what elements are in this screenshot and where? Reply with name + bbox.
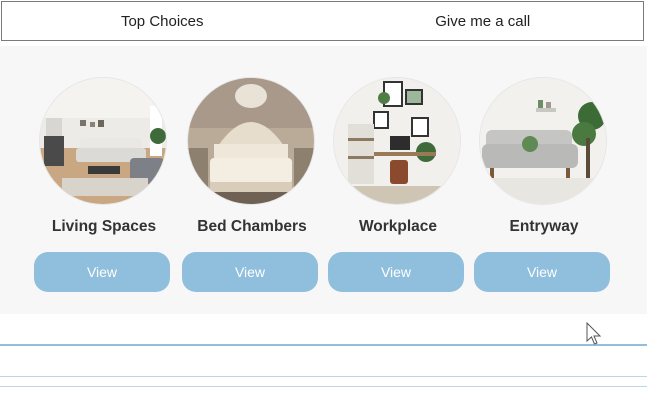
category-card-bed-chambers: Bed Chambers View <box>182 78 322 308</box>
bedroom-photo[interactable] <box>188 78 314 204</box>
divider-line <box>0 386 647 387</box>
workplace-photo[interactable] <box>334 78 460 204</box>
category-card-living-spaces: Living Spaces View <box>34 78 174 308</box>
category-card-entryway: Entryway View <box>474 78 614 308</box>
view-workplace-button[interactable]: View <box>328 252 464 292</box>
tab-top-choices[interactable]: Top Choices <box>2 2 323 40</box>
view-entryway-button[interactable]: View <box>474 252 610 292</box>
category-panel: Living Spaces View Bed Chambers View Wor… <box>0 46 647 314</box>
tab-bar: Top Choices Give me a call <box>1 1 644 41</box>
page: Top Choices Give me a call Living Spaces… <box>0 0 647 400</box>
view-living-spaces-button[interactable]: View <box>34 252 170 292</box>
category-title: Living Spaces <box>51 218 157 235</box>
mouse-cursor-icon <box>586 322 602 345</box>
tab-give-me-a-call[interactable]: Give me a call <box>323 2 644 40</box>
category-title: Bed Chambers <box>197 218 307 235</box>
divider-line <box>0 376 647 377</box>
living-room-photo[interactable] <box>40 78 166 204</box>
entryway-photo[interactable] <box>480 78 606 204</box>
category-title: Entryway <box>509 218 579 235</box>
view-bed-chambers-button[interactable]: View <box>182 252 318 292</box>
divider-line <box>0 344 647 346</box>
category-card-workplace: Workplace View <box>328 78 468 308</box>
category-title: Workplace <box>358 218 438 235</box>
